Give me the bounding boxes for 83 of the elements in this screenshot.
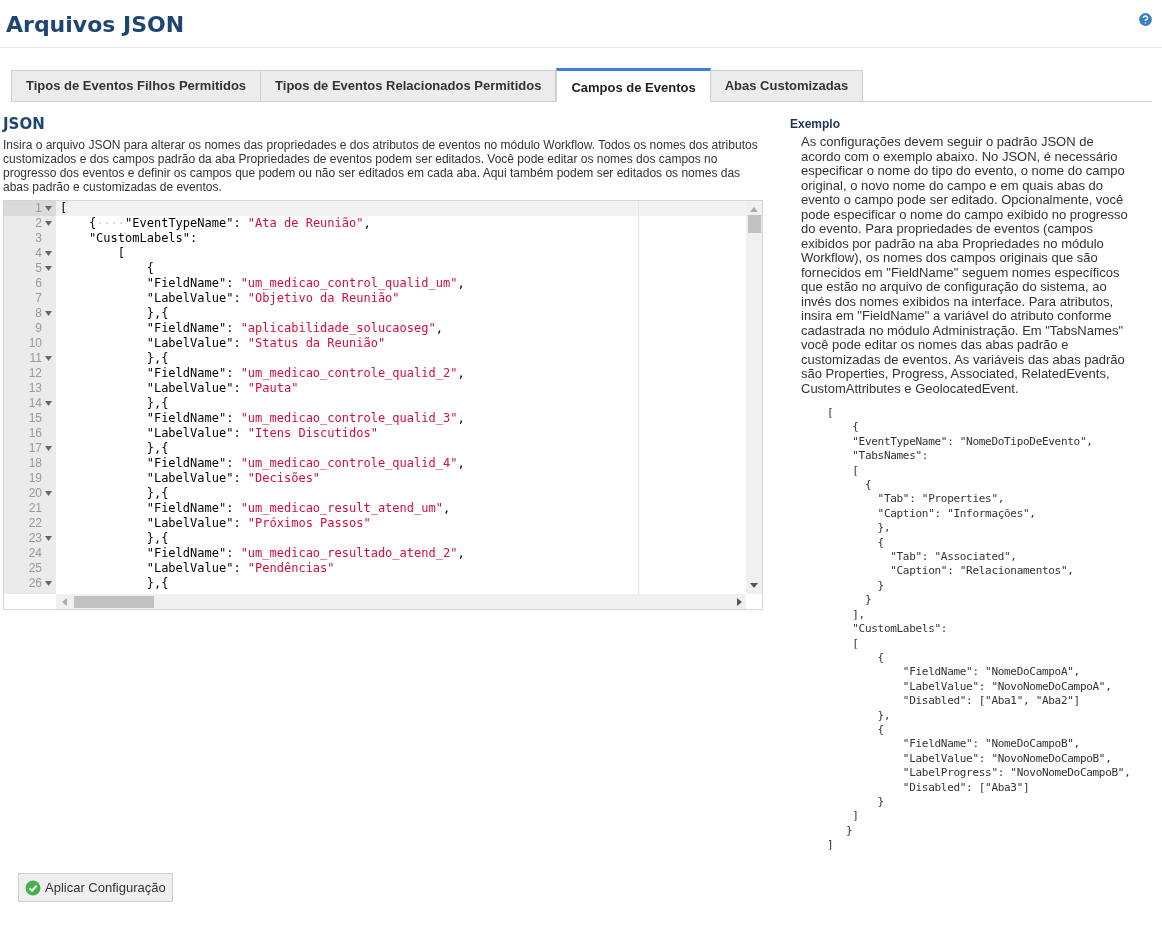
line-number: 8 [35,306,42,321]
scrollbar-thumb[interactable] [74,595,154,608]
fold-caret-icon[interactable] [45,536,52,541]
code-line: "FieldName": "um_medicao_resultado_atend_2", [145,546,465,561]
code-line: "CustomLabels": [87,231,198,246]
code-line: "LabelValue": "Status da Reunião" [145,336,386,351]
fold-caret-icon[interactable] [45,446,52,451]
vertical-scrollbar[interactable] [746,201,762,594]
line-number: 7 [35,291,42,306]
code-line: "FieldName": "um_medicao_control_qualid_um", [145,276,465,291]
section-heading: JSON [3,114,46,134]
line-number: 1 [35,201,42,216]
code-line: "FieldName": "um_medicao_controle_qualid_2", [145,366,465,381]
line-number: 25 [28,561,42,576]
scrollbar-thumb[interactable] [747,215,761,233]
fold-caret-icon[interactable] [45,266,52,271]
line-number: 16 [28,426,42,441]
fold-caret-icon[interactable] [45,401,52,406]
scroll-right-icon[interactable] [737,597,742,606]
line-number: 3 [35,231,42,246]
code-line: [ [60,201,68,216]
tab[interactable]: Tipos de Eventos Filhos Permitidos [11,70,262,102]
code-line: },{ [145,351,169,366]
line-number: 11 [29,351,42,366]
code-line: {····"EventTypeName": "Ata de Reunião", [87,216,371,231]
code-editor[interactable] [3,200,763,610]
line-number: 9 [35,321,42,336]
code-line: "LabelValue": "Próximos Passos" [145,516,371,531]
code-line: { [145,261,154,276]
line-number: 2 [35,216,42,231]
code-line: "LabelValue": "Itens Discutidos" [145,426,378,441]
code-line: "FieldName": "aplicabilidade_solucaoseg", [145,321,443,336]
tab[interactable]: Campos de Eventos [556,68,711,102]
line-number: 13 [28,381,42,396]
code-line: },{ [145,576,169,591]
line-number: 6 [35,276,42,291]
code-line: "LabelValue": "Pauta" [145,381,299,396]
fold-caret-icon[interactable] [45,356,52,361]
fold-caret-icon[interactable] [45,581,52,586]
code-line: },{ [145,441,169,456]
fold-caret-icon[interactable] [45,311,52,316]
code-line: "LabelValue": "Decisões" [145,471,321,486]
code-line: "FieldName": "um_medicao_controle_qualid_4", [145,456,465,471]
code-line: [ [116,246,126,261]
check-circle-icon [25,879,41,896]
tab[interactable]: Tipos de Eventos Relacionados Permitidos [260,70,557,102]
line-number: 5 [35,261,42,276]
code-line: },{ [145,531,169,546]
code-line: },{ [145,306,169,321]
code-line: "FieldName": "um_medicao_controle_qualid_3", [145,411,465,426]
scroll-down-icon[interactable] [750,583,758,588]
line-number: 12 [28,366,42,381]
line-number: 26 [28,576,42,591]
line-number: 21 [28,501,42,516]
line-number: 19 [28,471,42,486]
line-number: 4 [35,246,42,261]
fold-caret-icon[interactable] [45,221,52,226]
tab[interactable]: Abas Customizadas [709,70,864,102]
fold-caret-icon[interactable] [45,251,52,256]
example-description: As configurações devem seguir o padrão JSON de acordo com o exemplo abaixo. No JSON, é necessário especificar o nome do tipo do evento, o nome do campo original, o novo nome do campo e em quais abas do evento o campo pode ser editado. Opcionalmente, você pode especificar o nome do campo exibido no progresso do evento. Para propriedades de eventos (campos exibidos por padrão na aba Propriedades no módulo Workflow), os nomes dos campos originais que são fornecidos em "FieldName" seguem nomes específicos que estão no arquivo de configuração do sistema, ao invés dos nomes exibidos na interface. Para atributos, insira em "FieldName" a variável do atributo conforme cadastrada no módulo Administração. Em "TabsNames" você pode editar os nomes das abas padrão e customizadas de eventos. As variáveis das abas padrão são Properties, Progress, Associated, RelatedEvents, CustomAttributes e GeolocatedEvent. [801,135,1129,396]
example-heading: Exemplo [790,116,841,132]
code-line: "LabelValue": "Pendências" [145,561,335,576]
line-number: 24 [28,546,42,561]
code-line: "LabelValue": "Objetivo da Reunião" [145,291,400,306]
section-description: Insira o arquivo JSON para alterar os nomes das propriedades e dos atributos de eventos no módulo Workflow. Todos os nomes dos atributos customizados e dos campos padrão da aba Propriedades de eventos podem ser editados. Você pode editar os nomes dos campos no progresso dos eventos e definir os campos que podem ou não ser editados em cada aba. Aqui também podem ser editados os nomes das abas padrão e customizadas de eventos. [3,138,759,194]
line-number: 17 [28,441,42,456]
page-title: Arquivos JSON [6,11,185,39]
line-number: 10 [28,336,42,351]
line-number: 18 [28,456,42,471]
code-line: "FieldName": "um_medicao_result_atend_um", [145,501,451,516]
line-number: 20 [28,486,42,501]
line-number: 15 [28,411,42,426]
horizontal-scrollbar[interactable] [56,594,746,609]
fold-caret-icon[interactable] [45,491,52,496]
example-code: [ { "EventTypeName": "NomeDoTipoDeEvento", "TabsNames": [ { "Tab": "Properties", "Caption": "Informações", }, { "Tab": "Associated", "Caption": "Relacionamentos", } } ], "CustomLabels": [ { "FieldName": "NomeDoCampoA", "LabelValue": "NovoNomeDoCampoA", "Disabled": ["Aba1", "Aba2"] }, { "FieldName": "NomeDoCampoB", "LabelValue": "NovoNomeDoCampoB", "LabelProgress": "NovoNomeDoCampoB", "Disabled": ["Aba3"] } ] } ] [827,406,1132,853]
line-number: 23 [28,531,42,546]
apply-button[interactable]: Aplicar Configuração [18,873,173,902]
fold-caret-icon[interactable] [45,206,52,211]
code-line: },{ [145,396,169,411]
help-icon[interactable] [1137,11,1154,28]
code-line: },{ [145,486,169,501]
line-number: 14 [28,396,42,411]
line-number: 22 [28,516,42,531]
